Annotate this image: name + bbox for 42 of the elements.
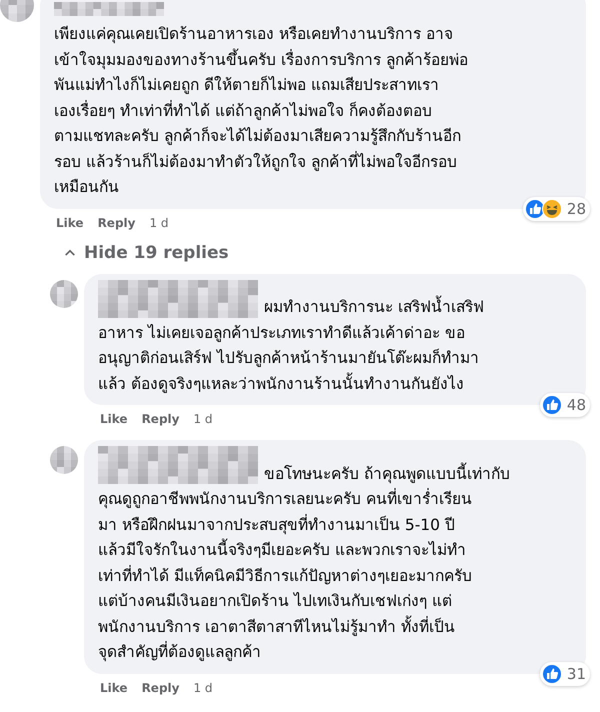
avatar xyxy=(50,446,78,474)
comment-line: อนุญาติก่อนเสิร์ฟ ไปรับลูกค้าหน้าร้านมายันโต๊ะผมก็ทำมา xyxy=(98,348,480,370)
hide-replies-link[interactable]: Hide 19 replies xyxy=(50,238,229,268)
comment-line: แล้ว ต้องดูจริงๆแหละว่าพนักงานร้านนั้นทำงานกันยังไง xyxy=(98,372,465,395)
reply-link[interactable]: Reply xyxy=(142,412,180,426)
like-link[interactable]: Like xyxy=(100,412,128,426)
comment-line: เท่าที่ทำได้ มีแท็คนิคมีวิธีการแก้ปัญหาต่างๆเยอะมากครับ xyxy=(98,564,473,586)
comment-line: เข้าใจมุมมองของทางร้านขึ้นครับ เรื่องการบริการ ลูกค้าร้อยพ่อ xyxy=(54,48,469,72)
comment-line: ขอโทษนะครับ ถ้าคุณพูดแบบนี้เท่ากับ xyxy=(264,462,510,486)
comment-line: ผมทำงานบริการนะ เสริฟน้ำเสริฟ xyxy=(264,295,484,320)
comment-line: ตามแชทละครับ ลูกค้าก็จะได้ไม่ต้องมาเสียความรู้สึกกับร้านอีก xyxy=(54,126,462,147)
comment-time[interactable]: 1 d xyxy=(149,216,169,230)
reply-link[interactable]: Reply xyxy=(98,216,136,230)
like-icon xyxy=(542,395,562,415)
comment-line: อาหาร ไม่เคยเจอลูกค้าประเภทเราทำดีแล้วเค้าด่าอะ ขอ xyxy=(98,322,466,344)
comment-line: จุดสำคัญที่ต้องดูแลลูกค้า xyxy=(98,640,262,664)
comment-line: พันแม่ทำไงก็ไม่เคยถูก ดีให้ตายก็ไม่พอ แถมเสียประสาทเรา xyxy=(54,74,440,96)
reaction-count: 28 xyxy=(566,200,586,218)
like-link[interactable]: Like xyxy=(56,216,84,230)
caret-up-icon xyxy=(64,248,76,257)
comment-line: พนักงานบริการ เอาตาสีตาสาทีไหนไม่รู้มาทำ ทั้งที่เป็น xyxy=(98,614,456,638)
reaction-summary[interactable]: 28 xyxy=(522,196,590,220)
comment-line: เหมือนกัน xyxy=(54,177,120,198)
comment-time[interactable]: 1 d xyxy=(193,412,213,426)
avatar xyxy=(50,280,78,308)
comment-line: แต่บ้างคนมีเงินอยากเปิดร้าน ไปเทเงินกับเชฟเก่งๆ แต่ xyxy=(98,591,453,612)
comment-line: มา หรือฝึกฝนมาจากประสบสุขที่ทำงานมาเป็น 5-10 ปี xyxy=(98,513,456,536)
reaction-count: 31 xyxy=(566,664,586,682)
laughing-face-icon xyxy=(542,198,562,218)
comment-line: แล้วมีใจรักในงานนี้จริงๆมีเยอะครับ และพวกเราจะไม่ทำ xyxy=(98,538,572,564)
comment-line: คุณดูถูกอาชีพพนักงานบริการเลยนะครับ คนที่เขาร่ำเรียน xyxy=(98,487,473,510)
reaction-summary[interactable]: 48 xyxy=(540,393,590,417)
comment-line: เพียงแค่คุณเคยเปิดร้านอาหารเอง หรือเคยทำงานบริการ อาจ xyxy=(54,24,454,46)
like-link[interactable]: Like xyxy=(100,680,128,694)
reply-link[interactable]: Reply xyxy=(142,680,180,694)
comment-line: รอบ แล้วร้านก็ไม่ต้องมาทำตัวให้ถูกใจ ลูกค้าที่ไม่พอใจอีกรอบ xyxy=(54,150,458,173)
reaction-count: 48 xyxy=(566,396,586,414)
like-icon xyxy=(542,664,562,684)
comment-time[interactable]: 1 d xyxy=(193,680,213,694)
comment-line: เองเรื่อยๆ ทำเท่าที่ทำได้ แต่ถ้าลูกค้าไม่พอใจ ก็คงต้องตอบ xyxy=(54,99,433,122)
reaction-summary[interactable]: 31 xyxy=(540,662,590,686)
like-icon xyxy=(524,198,545,218)
